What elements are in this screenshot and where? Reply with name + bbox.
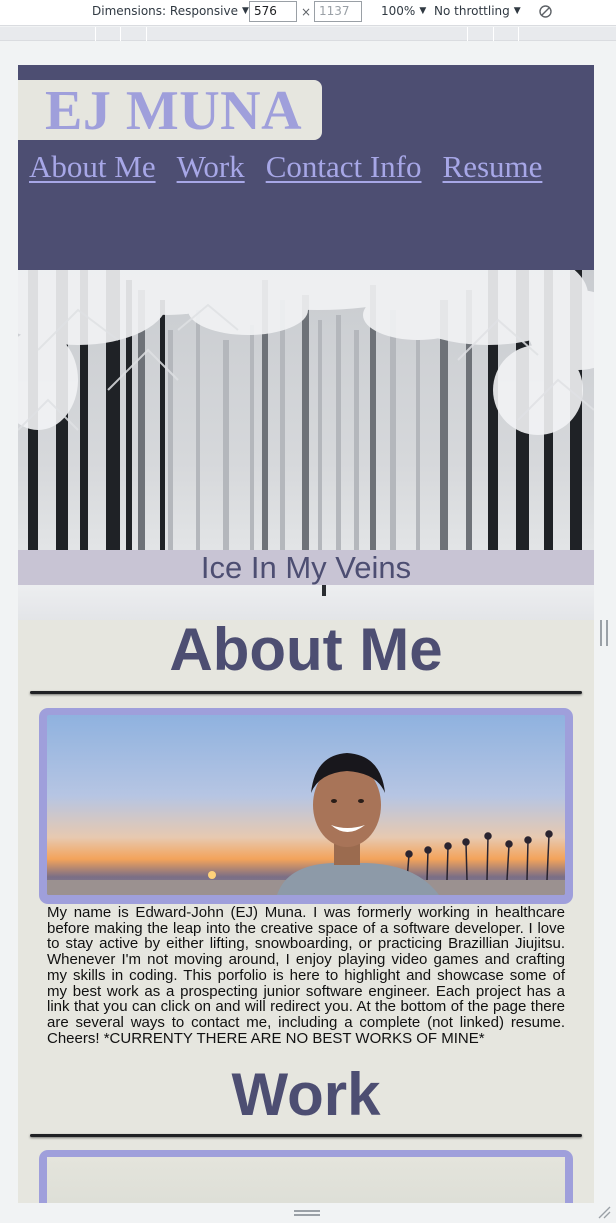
resize-handle-bottom[interactable] [294,1210,320,1216]
zoom-dropdown[interactable]: 100% ▼ [381,4,426,18]
height-input[interactable]: 1137 [314,1,362,22]
rotate-icon[interactable] [538,4,553,19]
site-logo[interactable]: EJ MUNA [45,81,302,141]
scrollbar-handle[interactable] [600,620,608,646]
about-me-paragraph: My name is Edward-John (EJ) Muna. I was … [47,904,565,1047]
about-me-heading: About Me [169,616,443,683]
profile-photo [47,715,565,895]
main-nav: About Me Work Contact Info Resume [29,149,542,185]
page-viewport: EJ MUNA About Me Work Contact Info Resum… [18,65,594,1203]
work-project-card[interactable] [39,1150,573,1203]
work-heading: Work [231,1061,381,1128]
media-query-ruler[interactable] [0,27,616,41]
throttling-label: No throttling [434,4,510,18]
nav-contact-info[interactable]: Contact Info [266,149,422,185]
chevron-down-icon: ▼ [513,6,521,16]
work-divider [30,1134,582,1137]
dimensions-label: Dimensions: Responsive [92,4,238,18]
resize-corner-icon[interactable] [597,1205,611,1219]
devtools-toolbar: Dimensions: Responsive ▼ 576 × 1137 100%… [0,0,616,26]
hero-caption: Ice In My Veins [18,550,594,585]
throttling-dropdown[interactable]: No throttling ▼ [434,4,521,18]
dimensions-dropdown[interactable]: Dimensions: Responsive ▼ [92,4,249,18]
site-header: EJ MUNA About Me Work Contact Info Resum… [18,65,594,270]
zoom-label: 100% [381,4,416,18]
profile-photo-frame [39,708,573,904]
times-icon: × [301,5,312,19]
about-divider [30,691,582,694]
width-input[interactable]: 576 [249,1,297,22]
nav-resume[interactable]: Resume [443,149,543,185]
work-project-image [47,1157,565,1203]
nav-about-me[interactable]: About Me [29,149,156,185]
hero-banner: Ice In My Veins [18,270,594,620]
chevron-down-icon: ▼ [241,6,249,16]
chevron-down-icon: ▼ [419,6,427,16]
nav-work[interactable]: Work [177,149,245,185]
